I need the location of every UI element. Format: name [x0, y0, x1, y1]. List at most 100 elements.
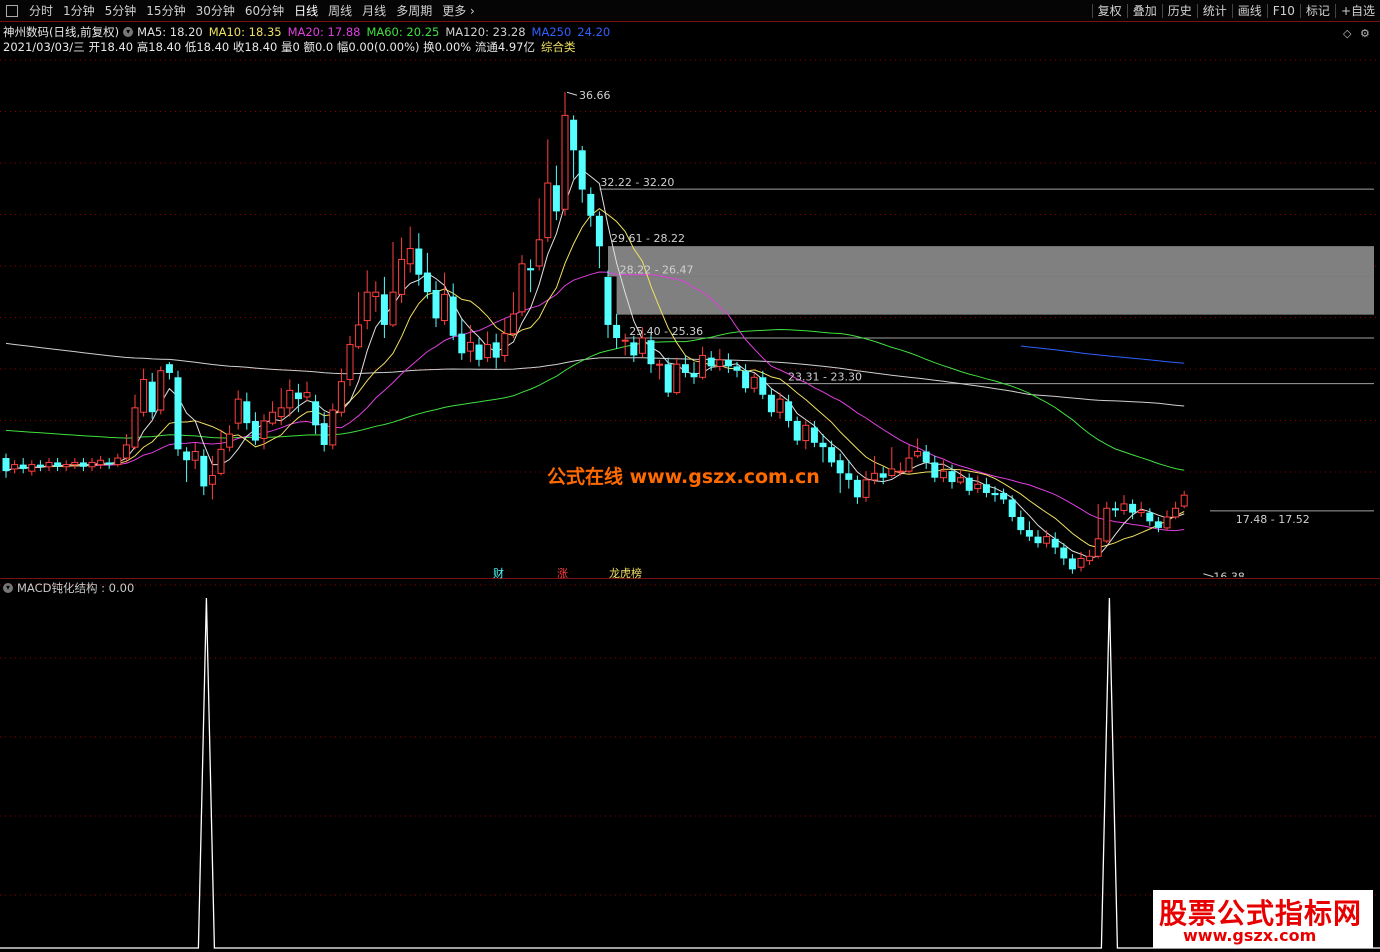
candle[interactable] — [518, 255, 526, 317]
candle[interactable] — [337, 368, 345, 417]
candle[interactable] — [931, 455, 939, 483]
candle[interactable] — [991, 486, 999, 502]
candle[interactable] — [1086, 549, 1094, 565]
toolbar-button-1[interactable]: 叠加 — [1128, 0, 1162, 22]
candle[interactable] — [750, 372, 758, 393]
candle[interactable] — [71, 458, 79, 469]
ma-legend-item-3[interactable]: MA60: 20.25 — [366, 25, 439, 39]
candle[interactable] — [1120, 495, 1128, 515]
candle[interactable] — [372, 281, 380, 312]
candle[interactable] — [140, 368, 148, 417]
candle[interactable] — [1172, 501, 1180, 520]
toolbar-button-0[interactable]: 复权 — [1093, 0, 1127, 22]
candle[interactable] — [1094, 503, 1102, 559]
candle[interactable] — [982, 477, 990, 498]
candle[interactable] — [1111, 501, 1119, 517]
candle[interactable] — [552, 165, 560, 221]
period-tab-3[interactable]: 15分钟 — [141, 0, 190, 22]
candle[interactable] — [1043, 530, 1051, 548]
dropdown-circle-icon[interactable]: ▾ — [123, 27, 134, 37]
candle[interactable] — [587, 187, 595, 227]
candle[interactable] — [243, 392, 251, 430]
candle[interactable] — [406, 226, 414, 273]
toolbar-button-2[interactable]: 历史 — [1163, 0, 1197, 22]
ma-legend-item-1[interactable]: MA10: 18.35 — [209, 25, 282, 39]
period-tab-10[interactable]: 更多 › — [437, 0, 480, 22]
event-tag-limit-up[interactable]: 涨 — [556, 565, 569, 581]
candle[interactable] — [45, 458, 53, 472]
candle[interactable] — [905, 444, 913, 474]
candle[interactable] — [97, 455, 105, 469]
candle[interactable] — [458, 318, 466, 360]
candle[interactable] — [79, 458, 87, 472]
candle[interactable] — [320, 412, 328, 452]
ma-legend-item-4[interactable]: MA120: 23.28 — [445, 25, 525, 39]
candle[interactable] — [974, 475, 982, 493]
settings-gear-icon[interactable]: ⚙ — [1360, 27, 1370, 40]
candle[interactable] — [535, 198, 543, 271]
candle[interactable] — [570, 115, 578, 179]
period-tab-0[interactable]: 分时 — [24, 0, 58, 22]
candle[interactable] — [234, 390, 242, 430]
candle[interactable] — [1025, 521, 1033, 541]
candle[interactable] — [802, 420, 810, 450]
candle[interactable] — [1180, 490, 1188, 509]
candle[interactable] — [389, 241, 397, 328]
candle[interactable] — [767, 388, 775, 417]
candle[interactable] — [36, 460, 44, 472]
candle[interactable] — [871, 455, 879, 485]
candle[interactable] — [380, 276, 388, 339]
candle[interactable] — [11, 460, 19, 474]
candle[interactable] — [312, 394, 320, 435]
period-tab-2[interactable]: 5分钟 — [100, 0, 142, 22]
candle[interactable] — [1068, 554, 1076, 574]
candle[interactable] — [148, 372, 156, 419]
candle[interactable] — [484, 331, 492, 363]
candle[interactable] — [673, 357, 681, 395]
candle[interactable] — [785, 394, 793, 428]
candle[interactable] — [828, 440, 836, 467]
candle[interactable] — [1129, 499, 1137, 520]
candle[interactable] — [174, 370, 182, 456]
candle[interactable] — [621, 333, 629, 356]
candle[interactable] — [363, 270, 371, 330]
candle[interactable] — [853, 475, 861, 504]
candle[interactable] — [647, 333, 655, 373]
candle[interactable] — [191, 442, 199, 469]
candle[interactable] — [957, 468, 965, 485]
candle[interactable] — [699, 346, 707, 380]
candle[interactable] — [888, 447, 896, 478]
candle[interactable] — [303, 381, 311, 402]
candle[interactable] — [2, 453, 10, 478]
candle[interactable] — [54, 458, 62, 472]
candle[interactable] — [707, 351, 715, 371]
candle[interactable] — [475, 338, 483, 367]
candle[interactable] — [595, 211, 603, 269]
indicator-dropdown-icon[interactable]: ▾ — [3, 583, 13, 593]
candle[interactable] — [724, 353, 732, 373]
period-tab-8[interactable]: 月线 — [357, 0, 391, 22]
candle[interactable] — [759, 370, 767, 400]
candle[interactable] — [810, 420, 818, 448]
candle[interactable] — [1103, 501, 1111, 544]
toolbar-button-7[interactable]: +自选 — [1336, 0, 1380, 22]
window-menu-icon[interactable] — [6, 5, 18, 17]
candle[interactable] — [105, 458, 113, 469]
period-tab-5[interactable]: 60分钟 — [240, 0, 289, 22]
candle[interactable] — [251, 412, 259, 445]
candle[interactable] — [441, 272, 449, 325]
period-tab-4[interactable]: 30分钟 — [191, 0, 240, 22]
candle[interactable] — [862, 471, 870, 502]
candle[interactable] — [613, 314, 621, 349]
candle[interactable] — [208, 455, 216, 500]
ma-legend-item-5[interactable]: MA250 — [532, 25, 572, 39]
candle[interactable] — [1008, 495, 1016, 522]
candle[interactable] — [19, 458, 27, 474]
diamond-icon[interactable]: ◇ — [1343, 27, 1351, 40]
candle[interactable] — [604, 270, 612, 339]
candle[interactable] — [836, 453, 844, 493]
candle[interactable] — [217, 429, 225, 476]
ma-legend-item-0[interactable]: MA5: 18.20 — [137, 25, 203, 39]
indicator-title[interactable]: MACD钝化结构 : 0.00 — [17, 580, 134, 596]
candle[interactable] — [226, 425, 234, 452]
